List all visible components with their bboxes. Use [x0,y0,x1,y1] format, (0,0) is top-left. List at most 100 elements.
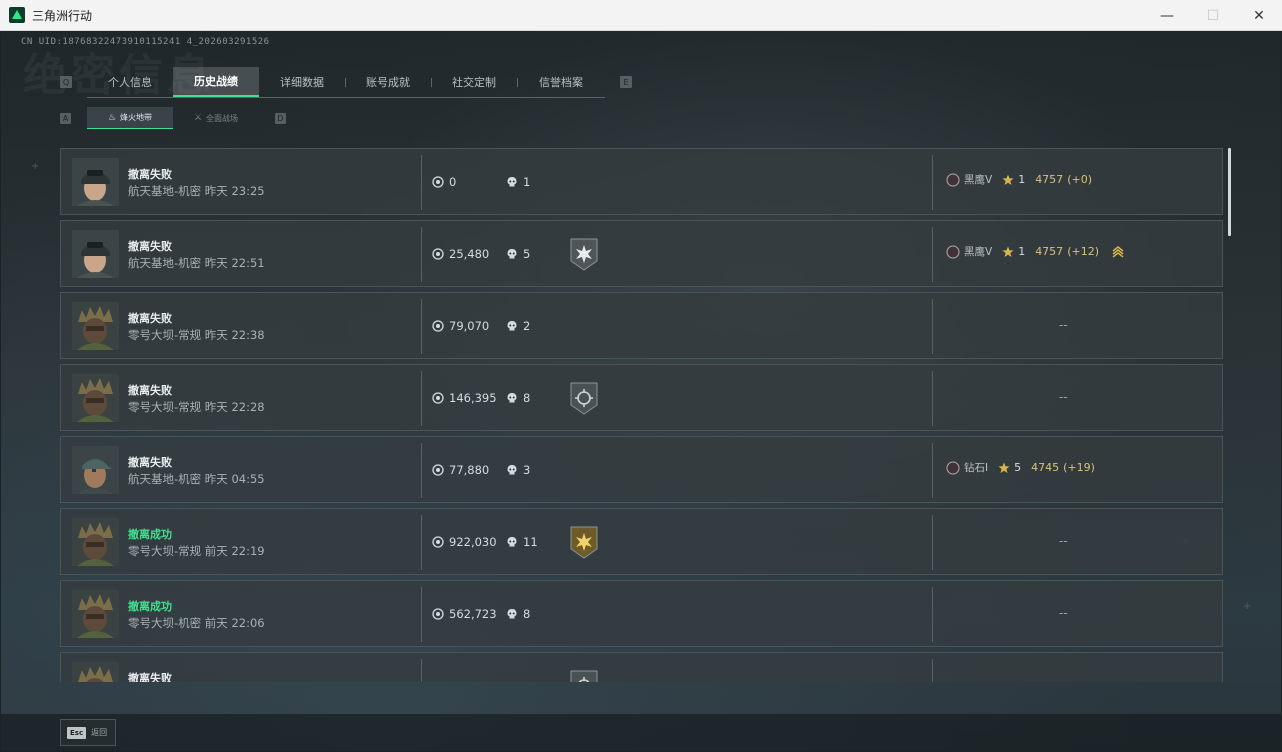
crosshair-badge-icon [570,670,598,682]
main-tabs: 个人信息 历史战绩 详细数据 账号成就 社交定制 信誉档案 [87,67,605,98]
rank-score: 4757 [1035,173,1064,186]
match-result: 撤离成功 [128,528,172,541]
loot-value: 562,723 [432,607,497,621]
match-row[interactable]: 撤离失败 零号大坝-常规 昨天 22:28 146,395 8 -- [60,364,1223,431]
kill-count-text: 2 [523,319,531,333]
coin-icon [432,248,444,260]
rank-change: 黑鹰V 1 4757 (+0) [946,172,1092,187]
rank-star-icon [1002,246,1014,257]
rank-empty: -- [1059,606,1068,620]
match-row[interactable]: 撤离失败 航天基地-机密 昨天 04:55 77,880 3 钻石I 5 4745 (+19) [60,436,1223,503]
column-divider [421,659,422,682]
subtab-left-key-hint[interactable]: A [60,113,71,124]
rank-stars: 1 [1018,245,1026,258]
match-row[interactable]: 撤离失败 [60,652,1223,682]
maximize-button[interactable]: ☐ [1190,0,1236,31]
loot-value: 0 [432,175,456,189]
rank-empty: -- [1059,318,1068,332]
loot-value-text: 77,880 [449,463,490,477]
tab-match-history[interactable]: 历史战绩 [173,67,259,97]
loot-value: 77,880 [432,463,489,477]
esc-key-hint: Esc [67,726,87,739]
match-row[interactable]: 撤离失败 航天基地-机密 昨天 23:25 0 1 黑鹰V 1 4757 (+0) [60,148,1223,215]
match-map-time: 零号大坝-常规 前天 22:19 [128,544,265,558]
window-title: 三角洲行动 [32,8,93,23]
match-row[interactable]: 撤离成功 零号大坝-常规 前天 22:19 922,030 11 -- [60,508,1223,575]
column-divider [421,227,422,282]
rank-name: 钻石I [964,462,989,474]
flame-zone-icon: ♨ [107,112,117,123]
match-map-time: 零号大坝-机密 前天 22:06 [128,616,265,630]
subtab-warfare[interactable]: ⚔ 全面战场 [173,107,259,129]
rank-emblem-icon [946,461,960,474]
skull-icon [507,609,517,619]
match-row[interactable]: 撤离失败 航天基地-机密 昨天 22:51 25,480 5 黑鹰V 1 4757 (+12) [60,220,1223,287]
rank-score: 4757 [1035,245,1064,258]
list-scrollbar[interactable] [1228,148,1231,236]
rank-name: 黑鹰V [964,174,993,186]
operator-avatar [72,374,119,422]
battlefield-icon: ⚔ [193,113,203,123]
loot-value: 922,030 [432,535,497,549]
rank-stars: 5 [1014,461,1022,474]
subtab-operations[interactable]: ♨ 烽火地带 [87,107,173,129]
match-result: 撤离失败 [128,384,172,397]
subtab-warfare-label: 全面战场 [206,113,239,123]
kill-count-text: 8 [523,391,531,405]
operator-avatar [72,590,119,638]
operator-avatar [72,302,119,350]
rank-change: 黑鹰V 1 4757 (+12) [946,244,1125,259]
tab-reputation[interactable]: 信誉档案 [517,67,605,97]
combat-star-badge-icon [570,238,598,271]
skull-icon [507,321,517,331]
loot-value-text: 0 [449,175,457,189]
rank-change: 钻石I 5 4745 (+19) [946,460,1095,475]
column-divider [932,659,933,682]
skull-icon [507,393,517,403]
window-controls: — ☐ ✕ [1144,0,1282,31]
minimize-button[interactable]: — [1144,0,1190,31]
column-divider [932,155,933,210]
tab-social[interactable]: 社交定制 [431,67,517,97]
tab-personal-info[interactable]: 个人信息 [87,67,173,97]
decor-cross-icon: + [1243,601,1252,612]
window-titlebar: 三角洲行动 — ☐ ✕ [0,0,1282,31]
kill-count: 8 [506,607,530,621]
operator-avatar [72,446,119,494]
match-result: 撤离失败 [128,168,172,181]
column-divider [932,371,933,426]
column-divider [421,371,422,426]
match-map-time: 零号大坝-常规 昨天 22:28 [128,400,265,414]
match-result: 撤离成功 [128,600,172,613]
kill-count: 2 [506,319,530,333]
skull-icon [507,249,517,259]
column-divider [421,443,422,498]
match-row[interactable]: 撤离成功零号大坝-机密 前天 22:06 562,723 8 -- [60,580,1223,647]
back-label: 返回 [91,728,108,737]
promotion-chevron-icon [1112,245,1124,258]
kill-count: 1 [506,175,530,189]
coin-icon [432,392,444,404]
tab-detailed-data[interactable]: 详细数据 [259,67,345,97]
kill-count: 3 [506,463,530,477]
back-button[interactable]: Esc 返回 [60,719,116,746]
rank-empty: -- [1059,390,1068,404]
match-result: 撤离失败 [128,240,172,253]
column-divider [932,299,933,354]
kill-count: 8 [506,391,530,405]
rank-emblem-icon [946,173,960,186]
mode-subtabs: ♨ 烽火地带 ⚔ 全面战场 [87,107,259,129]
player-uid: CN UID:18768322473910115241 4_2026032915… [21,37,270,47]
rank-score: 4745 [1031,461,1060,474]
close-button[interactable]: ✕ [1236,0,1282,31]
crosshair-badge-icon [570,382,598,415]
game-viewport: 绝密信息 CN UID:18768322473910115241 4_20260… [1,31,1281,751]
kill-count-text: 5 [523,247,531,261]
tab-right-key-hint[interactable]: E [620,76,632,88]
tab-achievements[interactable]: 账号成就 [345,67,431,97]
loot-value-text: 922,030 [449,535,497,549]
match-result: 撤离失败 [128,672,172,682]
match-row[interactable]: 撤离失败 零号大坝-常规 昨天 22:38 79,070 2 -- [60,292,1223,359]
subtab-right-key-hint[interactable]: D [275,113,286,124]
tab-left-key-hint[interactable]: Q [60,76,72,88]
